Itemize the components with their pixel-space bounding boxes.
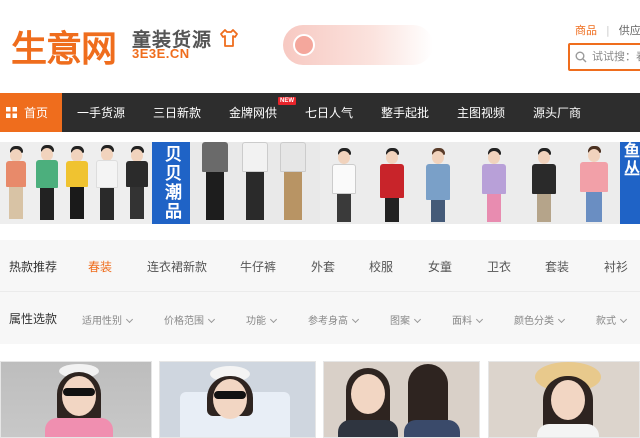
nav-home[interactable]: 首页 <box>0 93 62 132</box>
search-tab-products[interactable]: 商品 <box>575 24 597 37</box>
attr-dropdown-label: 价格范围 <box>164 316 204 327</box>
search-tab-suppliers[interactable]: 供应 <box>619 24 640 37</box>
attr-dropdown-label: 颜色分类 <box>514 316 554 327</box>
attr-dropdown[interactable]: 面料 <box>452 312 484 327</box>
product-card[interactable] <box>0 361 152 438</box>
shirt-icon <box>220 29 238 47</box>
category-link[interactable]: 女童 <box>428 258 452 275</box>
banner-photo-3 <box>320 142 620 224</box>
chevron-down-icon <box>413 315 422 324</box>
tab-divider: | <box>606 24 610 37</box>
nav-item-video[interactable]: 主图视频 <box>457 104 505 121</box>
category-link[interactable]: 衬衫 <box>604 258 628 275</box>
product-banner[interactable]: 贝贝潮品 鱼丛 <box>0 142 640 224</box>
banner-photo-2 <box>190 142 320 224</box>
chevron-down-icon <box>207 315 216 324</box>
product-card[interactable] <box>488 361 640 438</box>
attr-label: 属性选款 <box>9 312 58 326</box>
nav-item-7day-popular[interactable]: 七日人气 <box>305 104 353 121</box>
attr-dropdown-label: 款式 <box>596 316 616 327</box>
category-link[interactable]: 套装 <box>545 258 569 275</box>
search-icon <box>575 51 587 63</box>
category-link[interactable]: 牛仔裤 <box>240 258 276 275</box>
category-link[interactable]: 外套 <box>311 258 335 275</box>
category-link[interactable]: 春装 <box>88 258 112 275</box>
logo-text[interactable]: 生意网 <box>11 20 117 72</box>
chevron-down-icon <box>269 315 278 324</box>
attr-dropdown-label: 图案 <box>390 316 410 327</box>
chevron-down-icon <box>125 315 134 324</box>
category-link[interactable]: 校服 <box>369 258 393 275</box>
logo-domain: 3E3E.CN <box>132 46 190 61</box>
attr-dropdown[interactable]: 颜色分类 <box>514 312 566 327</box>
attribute-filter-row: 属性选款 适用性别 价格范围 功能 参考身高 图案 面料 颜色分类 款式 <box>0 292 640 344</box>
promo-banner[interactable] <box>283 25 433 65</box>
site-header: 生意网 童装货源 3E3E.CN 商品 | 供应 <box>0 0 640 93</box>
chevron-down-icon <box>557 315 566 324</box>
nav-item-first-hand[interactable]: 一手货源 <box>77 104 125 121</box>
main-nav: 首页 一手货源 三日新款 金牌网供 NEW 七日人气 整手起批 主图视频 源头厂… <box>0 93 640 132</box>
category-link[interactable]: 卫衣 <box>487 258 511 275</box>
search-input[interactable] <box>592 50 640 63</box>
nav-home-label: 首页 <box>24 106 49 120</box>
chevron-down-icon <box>351 315 360 324</box>
banner-tag-right: 鱼丛 <box>620 142 640 224</box>
hot-categories-row: 热款推荐 春装 连衣裙新款 牛仔裤 外套 校服 女童 卫衣 套装 衬衫 <box>0 240 640 292</box>
attr-dropdown[interactable]: 适用性别 <box>82 312 134 327</box>
promo-badge-icon <box>293 34 315 56</box>
attr-dropdown-label: 面料 <box>452 316 472 327</box>
chevron-down-icon <box>619 315 628 324</box>
search-box[interactable] <box>568 43 640 71</box>
nav-item-factory[interactable]: 源头厂商 <box>533 104 581 121</box>
attr-dropdown[interactable]: 款式 <box>596 312 628 327</box>
attr-dropdown-label: 功能 <box>246 316 266 327</box>
grid-icon <box>6 107 17 118</box>
attr-dropdown[interactable]: 功能 <box>246 312 278 327</box>
attr-dropdown[interactable]: 图案 <box>390 312 422 327</box>
nav-item-new-3day[interactable]: 三日新款 <box>153 104 201 121</box>
hot-label: 热款推荐 <box>9 260 58 274</box>
new-badge: NEW <box>278 97 296 105</box>
attr-dropdown-label: 适用性别 <box>82 316 122 327</box>
chevron-down-icon <box>475 315 484 324</box>
category-link[interactable]: 连衣裙新款 <box>147 258 207 275</box>
nav-item-wholesale[interactable]: 整手起批 <box>381 104 429 121</box>
banner-photo-1 <box>0 142 152 224</box>
filter-panel: 热款推荐 春装 连衣裙新款 牛仔裤 外套 校服 女童 卫衣 套装 衬衫 属性选款… <box>0 240 640 344</box>
attr-dropdown[interactable]: 参考身高 <box>308 312 360 327</box>
attr-dropdown[interactable]: 价格范围 <box>164 312 216 327</box>
attr-dropdown-label: 参考身高 <box>308 316 348 327</box>
search-tabs: 商品 | 供应 <box>575 22 640 38</box>
nav-item-gold-supplier[interactable]: 金牌网供 <box>229 104 277 121</box>
banner-tag-beibei: 贝贝潮品 <box>152 142 190 224</box>
product-card[interactable] <box>323 361 480 438</box>
product-card[interactable] <box>159 361 316 438</box>
